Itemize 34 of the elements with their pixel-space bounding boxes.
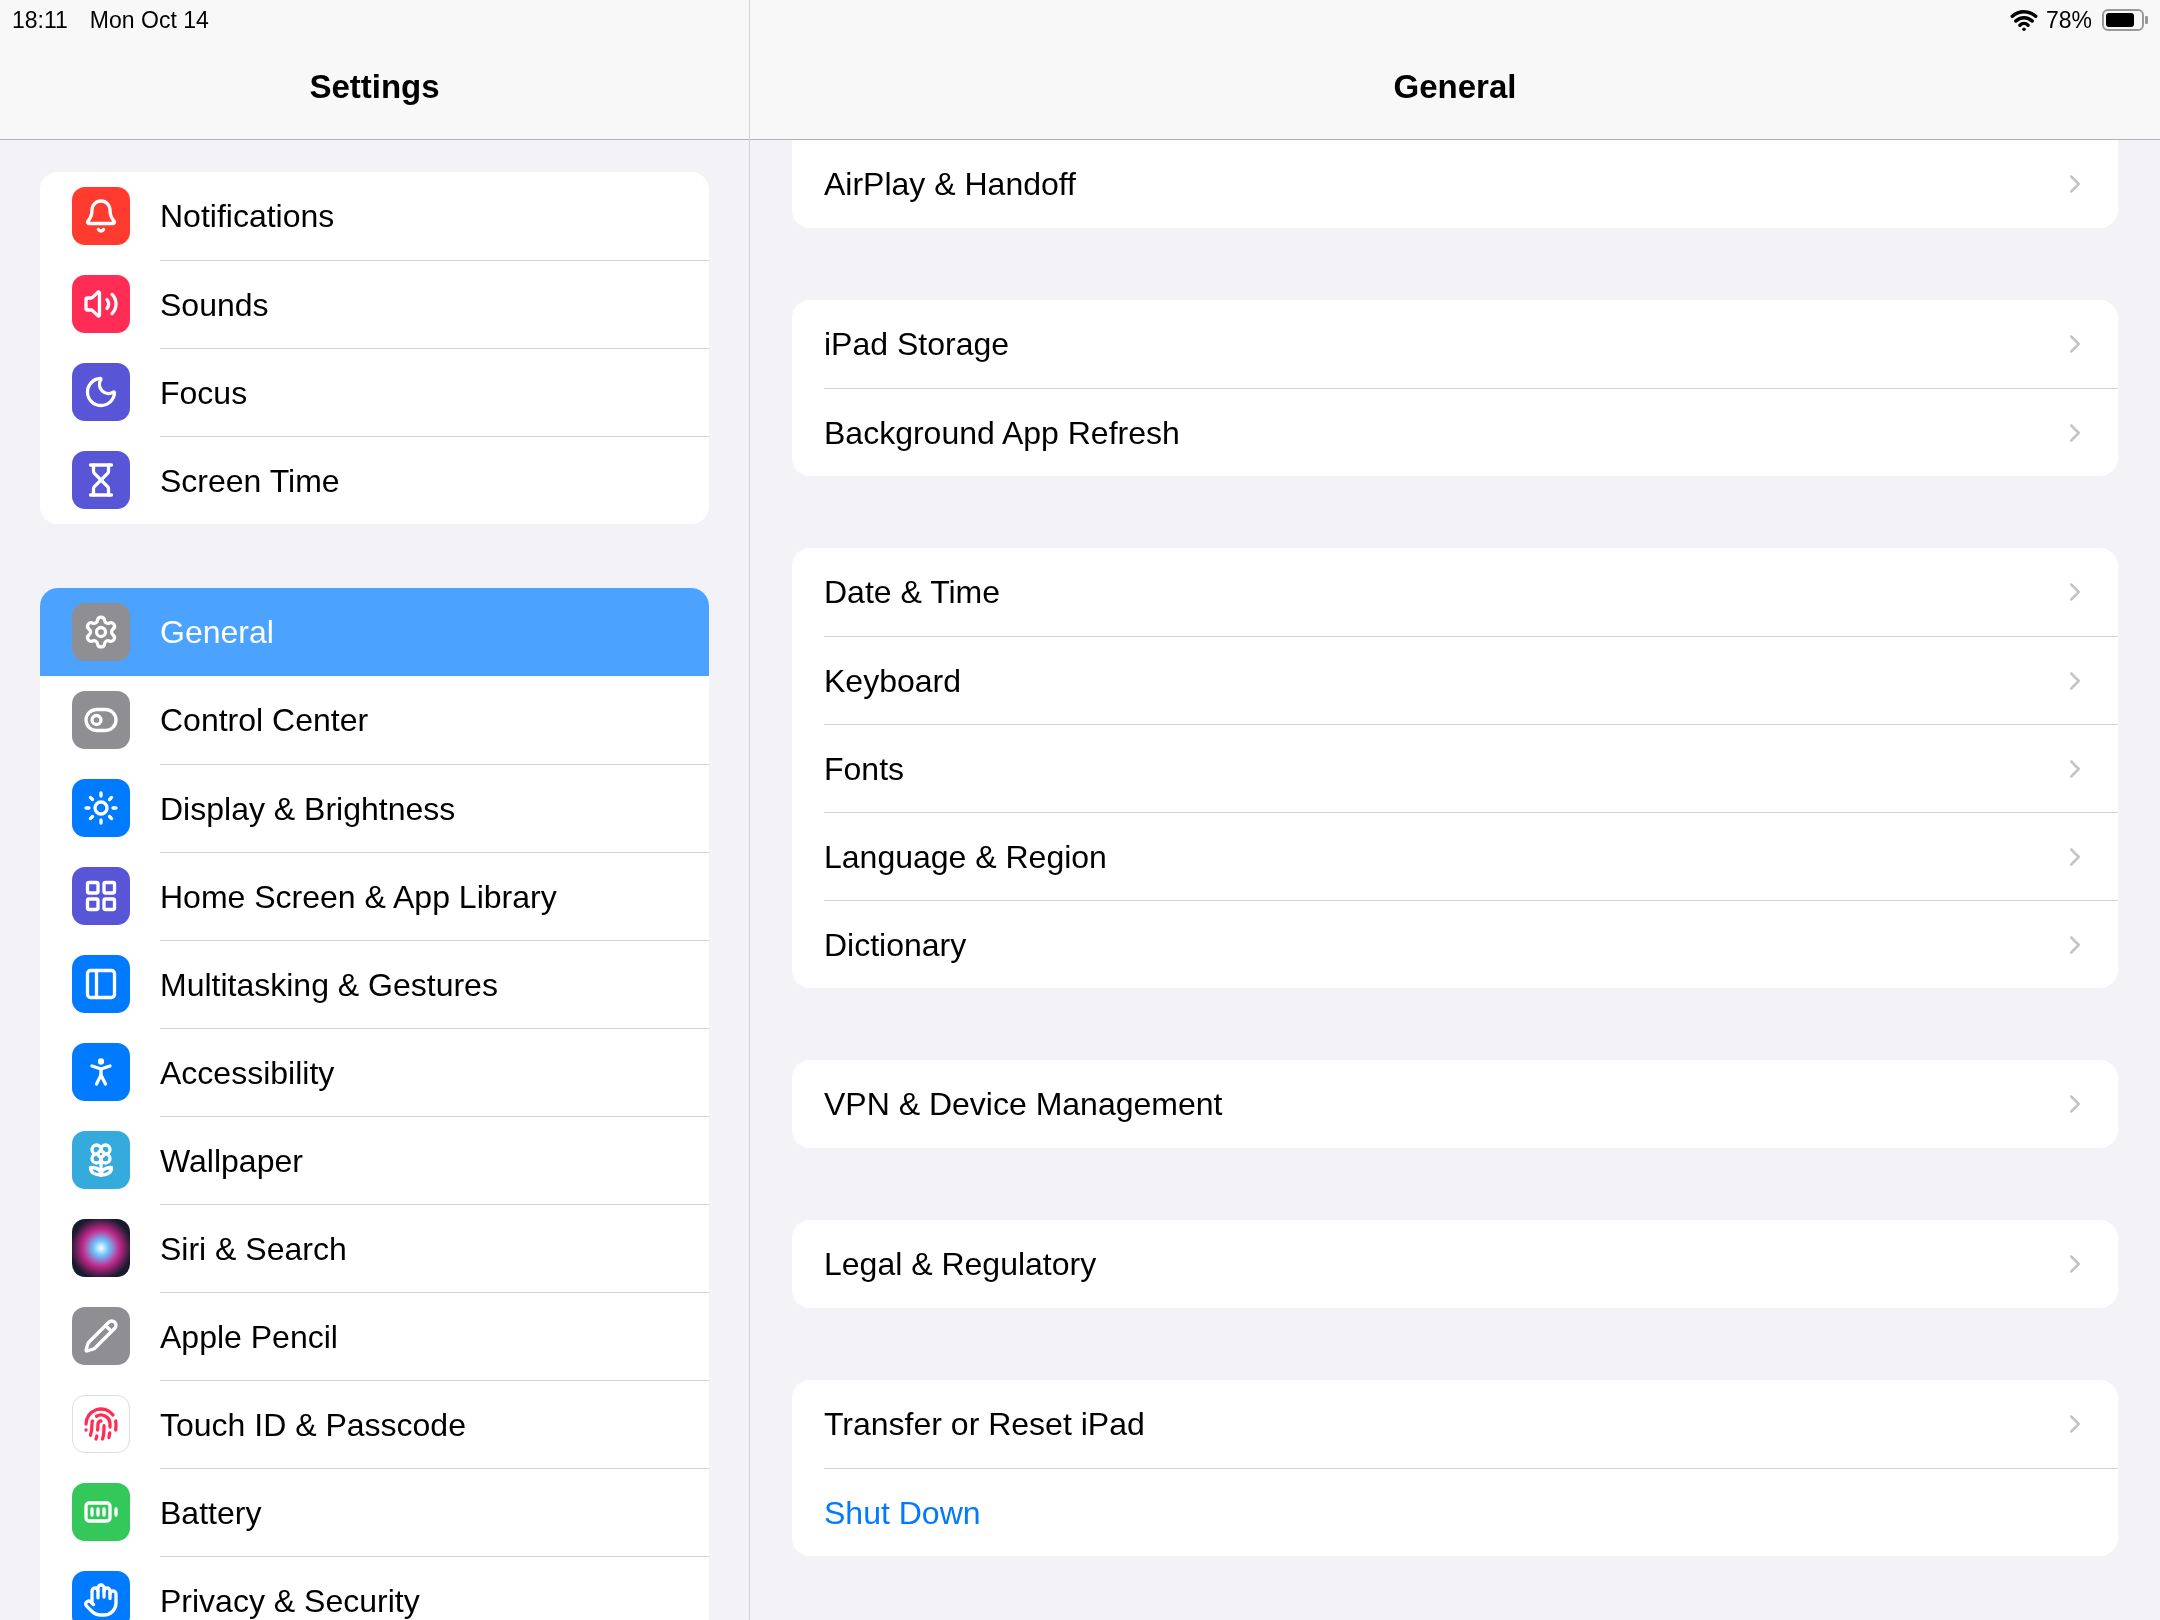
battery-icon <box>72 1483 130 1541</box>
moon-icon <box>72 363 130 421</box>
bell-icon <box>72 187 130 245</box>
speaker-icon <box>72 275 130 333</box>
fingerprint-icon <box>72 1395 130 1453</box>
settings-row[interactable]: Keyboard <box>792 636 2118 724</box>
toggles-icon <box>72 691 130 749</box>
siri-orb-icon <box>72 1219 130 1277</box>
status-date: Mon Oct 14 <box>89 5 209 35</box>
sidebar-title: Settings <box>309 66 440 107</box>
settings-row[interactable]: Shut Down <box>792 1468 2118 1556</box>
settings-row[interactable]: Legal & Regulatory <box>792 1220 2118 1308</box>
accessibility-icon <box>72 1043 130 1101</box>
status-time: 18:11 <box>12 5 68 35</box>
hand-icon <box>72 1571 130 1620</box>
settings-row[interactable]: iPad Storage <box>792 300 2118 388</box>
settings-row[interactable]: Language & Region <box>792 812 2118 900</box>
battery-percentage: 78% <box>2045 5 2092 35</box>
app-grid-icon <box>72 867 130 925</box>
settings-row[interactable]: Transfer or Reset iPad <box>792 1380 2118 1468</box>
flower-icon <box>72 1131 130 1189</box>
hourglass-icon <box>72 451 130 509</box>
battery-icon <box>2102 8 2148 32</box>
detail-title: General <box>1393 66 1517 107</box>
multitasking-icon <box>72 955 130 1013</box>
settings-row[interactable]: Dictionary <box>792 900 2118 988</box>
sun-icon <box>72 779 130 837</box>
settings-row[interactable]: VPN & Device Management <box>792 1060 2118 1148</box>
pencil-icon <box>72 1307 130 1365</box>
settings-row[interactable]: Background App Refresh <box>792 388 2118 476</box>
settings-row[interactable]: Date & Time <box>792 548 2118 636</box>
gear-icon <box>72 603 130 661</box>
settings-row[interactable]: AirPlay & Handoff <box>792 140 2118 228</box>
settings-row[interactable]: Fonts <box>792 724 2118 812</box>
